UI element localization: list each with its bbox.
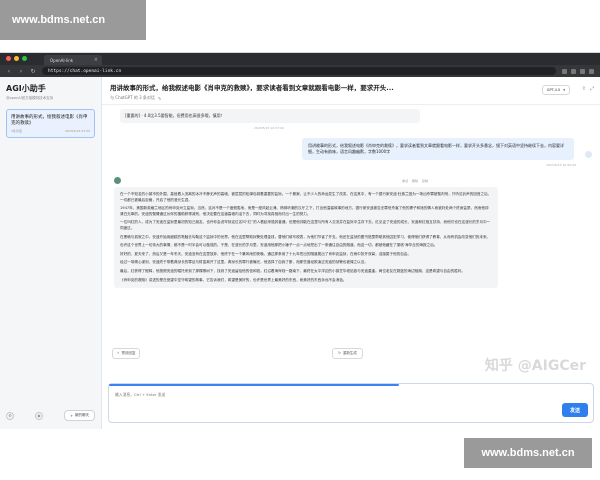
github-icon[interactable]: ◉ [35,411,44,420]
message-input[interactable] [115,392,315,397]
reload-icon[interactable]: ↻ [30,68,36,75]
settings-icon[interactable]: ⚙ [6,411,14,420]
model-select[interactable]: GPT-4.0 ▾ [541,85,570,95]
url-input[interactable]: https://chat.openai-link.cn [42,67,556,75]
chat-subtitle-text: 与 ChatGPT 的 3 条对话 [110,95,155,100]
bot-message-actions: 重试 删除 复制 [402,179,428,183]
browser-tab[interactable]: OpenAI-link × [44,55,102,65]
send-label: 发送 [569,407,580,414]
chat-app: AGI小助手 @openAI官方接模特技术支持 用讲故事的形式，绘我叙述电影《肖… [0,77,600,429]
chat-list-item[interactable]: 用讲故事的形式，绘我叙述电影《肖申克的救赎》 3条对话 2023/5/15 07… [6,109,95,138]
refresh-icon: ↻ [338,351,341,355]
watermark-top: www.bdms.net.cn [0,0,146,40]
menu-icon[interactable] [589,68,594,74]
extension-icon[interactable] [562,68,567,74]
composer-progress-bar [109,384,400,386]
chat-subtitle: 与 ChatGPT 的 3 条对话 ✎ [110,95,592,101]
chat-list-item-title: 用讲故事的形式，绘我叙述电影《肖申克的救赎》 [11,115,88,126]
watermark-bottom: www.bdms.net.cn [464,438,592,468]
bot-paragraph: 《肖申克的救赎》讲述的是在绝望中坚守希望的故事。它告诉我们，希望是美好的，也许是… [120,277,347,282]
minimize-window-icon[interactable] [14,56,19,61]
plus-icon: + [70,413,73,418]
close-window-icon[interactable] [6,56,11,61]
bot-paragraph: 一位叫红的人，成为了安迪在监狱里最初的知己朋友。也许你会说牢狱这位名叫“红”的人… [120,220,491,230]
screenshot-root: www.bdms.net.cn OpenAI-link × ‹ › ↻ http… [0,0,600,480]
tab-close-icon[interactable]: × [94,57,98,63]
fullscreen-icon[interactable]: ⤢ [590,86,594,92]
bot-avatar [114,177,121,184]
sidebar-footer: ⚙ ◉ + 新的聊天 [6,410,95,421]
user-message: 用讲故事的形式，给我叙述电影《肖申克的救赎》，要求读者看到文章就跟看电影一样，要… [302,138,574,160]
system-message-time: 2023/5/15 10:57:09 [254,126,284,130]
chevron-down-icon: ▾ [563,88,565,92]
retry-button[interactable]: 重试 [402,179,408,183]
app-title: AGI小助手 [6,84,46,93]
chat-header: 用讲故事的形式，给我叙述电影《肖申克的救赎》，要求读者看到文章就跟看电影一样，要… [102,77,600,105]
system-message: [重要的] · 4.0比3.5要智能，但费用也高很多哦，慎用！ [120,109,420,123]
tab-title: OpenAI-link [50,57,74,63]
message-list: [重要的] · 4.0比3.5要智能，但费用也高很多哦，慎用！ 2023/5/1… [102,105,600,367]
extension-icon[interactable] [580,68,585,74]
regenerate-button[interactable]: ↻ 重新生成 [332,348,363,359]
forward-icon[interactable]: › [18,68,24,75]
extension-icons [562,68,594,74]
address-bar-row: ‹ › ↻ https://chat.openai-link.cn [0,65,600,77]
browser-tabbar: OpenAI-link × [0,53,600,65]
preset-reply-label: 预设回复 [121,351,136,355]
zhihu-watermark: 知乎 @AIGCer [484,358,586,374]
bot-message-header: 重试 删除 复制 [114,177,588,184]
regenerate-label: 重新生成 [342,351,357,355]
chat-main: 用讲故事的形式，给我叙述电影《肖申克的救赎》，要求读者看到文章就跟看电影一样，要… [102,77,600,429]
chat-list-item-count: 3条对话 [11,129,22,133]
maximize-window-icon[interactable] [22,56,27,61]
share-icon[interactable]: ⇪ [582,86,586,92]
sidebar: AGI小助手 @openAI官方接模特技术支持 用讲故事的形式，绘我叙述电影《肖… [0,77,102,429]
chat-title: 用讲故事的形式，给我叙述电影《肖申克的救赎》，要求读者看到文章就跟看电影一样，要… [110,84,394,92]
preset-reply-button[interactable]: ⚡ 预设回复 [112,348,141,359]
bot-paragraph: 在一个不知名的小镇市的外围，高耸着入流离的冰冷不静无声的高墙，被层层的松弹包城着… [120,192,492,202]
bot-message: 在一个不知名的小镇市的外围，高耸着入流离的冰冷不静无声的高墙，被层层的松弹包城着… [114,187,498,289]
send-button[interactable]: 发送 [562,403,588,417]
edit-icon[interactable]: ✎ [158,96,161,101]
bolt-icon: ⚡ [117,351,120,355]
chat-list-item-date: 2023/5/15 07:50 [65,129,90,133]
user-message-time: 2023/5/15 10:55:09 [546,163,576,167]
bot-paragraph: 也许这个世界上一切伟大的事情，都不是一时半会可以做成的。于是，在漫长的岁月里，安… [120,243,438,248]
browser-window: OpenAI-link × ‹ › ↻ https://chat.openai-… [0,52,600,429]
delete-button[interactable]: 删除 [412,179,418,183]
extension-icon[interactable] [571,68,576,74]
new-chat-label: 新的聊天 [75,413,89,417]
bot-paragraph: 1947年，美国新英格兰地区的肖申克州立监狱。当然，这对不是一个度假胜地，而是一… [120,206,489,216]
new-chat-button[interactable]: + 新的聊天 [64,410,95,421]
bot-paragraph: 最后，红获得了假释，他按照安迪的嘱托来到了那棵橡树下，找到了安迪留给他的信和钱。… [120,268,465,273]
window-controls [6,56,27,61]
app-subtitle: @openAI官方接模特技术支持 [6,96,54,100]
back-icon[interactable]: ‹ [6,68,12,75]
copy-button[interactable]: 复制 [422,179,428,183]
chat-list-item-meta: 3条对话 2023/5/15 07:50 [11,129,90,133]
header-actions: ⇪ ⤢ [582,86,594,92]
message-composer: 发送 [108,383,594,423]
bot-paragraph: 经过一场精心谋划，安迪终于带着典狱长的罪证与财富离开了这里。典狱长的罪行被曝光，… [120,260,368,265]
user-avatar [585,151,592,158]
model-select-value: GPT-4.0 [546,88,561,92]
bot-paragraph: 好好的，夏天来了，然后又是一年冬天。安迪没有在这里放弃，他终于在一个暴风雨的夜晚… [120,251,412,256]
bot-paragraph: 在黑暗与孤寂之中，安迪开始用细腻的笔触去勾勒这个监狱中的世界。他在这里帮助狱警处… [120,234,491,239]
